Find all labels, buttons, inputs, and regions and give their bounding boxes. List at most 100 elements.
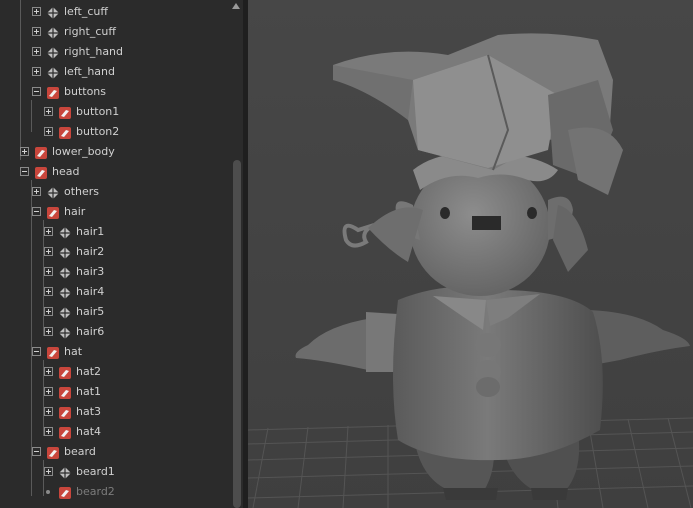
- outliner-item-hair2[interactable]: hair2: [0, 243, 229, 263]
- expand-icon[interactable]: [44, 267, 53, 276]
- outliner-item-hat[interactable]: hat: [0, 343, 229, 363]
- outliner-item-lower-body[interactable]: lower_body: [0, 143, 229, 163]
- expand-icon[interactable]: [44, 367, 53, 376]
- scroll-thumb[interactable]: [233, 160, 241, 508]
- outliner-item-label: left_hand: [64, 65, 115, 78]
- expand-icon[interactable]: [44, 247, 53, 256]
- mesh-shape-icon: [46, 65, 60, 79]
- tree-leaf-dot: [46, 490, 50, 494]
- transform-group-icon: [46, 205, 60, 219]
- transform-group-icon: [46, 345, 60, 359]
- outliner-tree: left_cuff right_cuff right_hand left_handbu…: [0, 0, 229, 508]
- collapse-icon[interactable]: [32, 447, 41, 456]
- expand-icon[interactable]: [44, 427, 53, 436]
- expand-icon[interactable]: [44, 307, 53, 316]
- outliner-item-hat4[interactable]: hat4: [0, 423, 229, 443]
- outliner-item-label: hat4: [76, 425, 102, 438]
- outliner-item-beard[interactable]: beard: [0, 443, 229, 463]
- outliner-item-hair[interactable]: hair: [0, 203, 229, 223]
- expand-icon[interactable]: [44, 127, 53, 136]
- expand-icon[interactable]: [44, 107, 53, 116]
- outliner-item-hair5[interactable]: hair5: [0, 303, 229, 323]
- collapse-icon[interactable]: [20, 167, 29, 176]
- transform-group-icon: [58, 425, 72, 439]
- transform-group-icon: [34, 165, 48, 179]
- outliner-item-label: buttons: [64, 85, 107, 98]
- outliner-item-buttons[interactable]: buttons: [0, 83, 229, 103]
- outliner-item-button1[interactable]: button1: [0, 103, 229, 123]
- transform-group-icon: [34, 145, 48, 159]
- expand-icon[interactable]: [44, 227, 53, 236]
- outliner-item-head[interactable]: head: [0, 163, 229, 183]
- outliner-item-label: lower_body: [52, 145, 115, 158]
- outliner-item-hat2[interactable]: hat2: [0, 363, 229, 383]
- expand-icon[interactable]: [44, 467, 53, 476]
- outliner-item-button2[interactable]: button2: [0, 123, 229, 143]
- expand-icon[interactable]: [32, 47, 41, 56]
- mesh-shape-icon: [46, 45, 60, 59]
- mesh-shape-icon: [46, 5, 60, 19]
- transform-group-icon: [58, 125, 72, 139]
- outliner-item-right-hand[interactable]: right_hand: [0, 43, 229, 63]
- outliner-item-hair4[interactable]: hair4: [0, 283, 229, 303]
- outliner-item-label: right_cuff: [64, 25, 116, 38]
- outliner-item-hat3[interactable]: hat3: [0, 403, 229, 423]
- mesh-shape-icon: [58, 325, 72, 339]
- outliner-item-hair6[interactable]: hair6: [0, 323, 229, 343]
- outliner-item-beard2[interactable]: beard2: [0, 483, 229, 503]
- outliner-item-left-hand[interactable]: left_hand: [0, 63, 229, 83]
- outliner-item-label: hair6: [76, 325, 105, 338]
- mesh-shape-icon: [58, 285, 72, 299]
- outliner-item-label: hair: [64, 205, 86, 218]
- mesh-shape-icon: [58, 225, 72, 239]
- mesh-shape-icon: [58, 245, 72, 259]
- transform-group-icon: [58, 385, 72, 399]
- expand-icon[interactable]: [44, 327, 53, 336]
- expand-icon[interactable]: [44, 387, 53, 396]
- outliner-item-label: hair4: [76, 285, 105, 298]
- outliner-item-hair3[interactable]: hair3: [0, 263, 229, 283]
- collapse-icon[interactable]: [32, 87, 41, 96]
- viewport-render: [248, 0, 693, 508]
- outliner-item-hat1[interactable]: hat1: [0, 383, 229, 403]
- outliner-item-label: beard1: [76, 465, 115, 478]
- expand-icon[interactable]: [32, 187, 41, 196]
- transform-group-icon: [58, 485, 72, 499]
- transform-group-icon: [58, 365, 72, 379]
- outliner-item-label: others: [64, 185, 100, 198]
- outliner-item-label: hat: [64, 345, 83, 358]
- outliner-item-left-cuff[interactable]: left_cuff: [0, 3, 229, 23]
- outliner-item-label: left_cuff: [64, 5, 108, 18]
- outliner-item-label: button1: [76, 105, 120, 118]
- transform-group-icon: [58, 105, 72, 119]
- outliner-item-label: button2: [76, 125, 120, 138]
- mesh-shape-icon: [46, 25, 60, 39]
- outliner-item-label: hat3: [76, 405, 102, 418]
- expand-icon[interactable]: [32, 7, 41, 16]
- outliner-item-label: hat1: [76, 385, 102, 398]
- transform-group-icon: [46, 445, 60, 459]
- expand-icon[interactable]: [32, 67, 41, 76]
- 3d-viewport[interactable]: [248, 0, 693, 508]
- outliner-item-beard1[interactable]: beard1: [0, 463, 229, 483]
- expand-icon[interactable]: [44, 287, 53, 296]
- expand-icon[interactable]: [20, 147, 29, 156]
- transform-group-icon: [58, 405, 72, 419]
- outliner-item-label: hair2: [76, 245, 105, 258]
- expand-icon[interactable]: [32, 27, 41, 36]
- outliner-item-label: hair3: [76, 265, 105, 278]
- outliner-item-label: hair1: [76, 225, 105, 238]
- outliner-item-label: hat2: [76, 365, 102, 378]
- outliner-scrollbar[interactable]: [230, 0, 243, 508]
- outliner-item-label: hair5: [76, 305, 105, 318]
- outliner-item-hair1[interactable]: hair1: [0, 223, 229, 243]
- scroll-up-arrow-icon[interactable]: [232, 3, 240, 9]
- collapse-icon[interactable]: [32, 347, 41, 356]
- mesh-shape-icon: [58, 305, 72, 319]
- collapse-icon[interactable]: [32, 207, 41, 216]
- outliner-panel: left_cuff right_cuff right_hand left_handbu…: [0, 0, 243, 508]
- outliner-item-label: head: [52, 165, 80, 178]
- expand-icon[interactable]: [44, 407, 53, 416]
- outliner-item-others[interactable]: others: [0, 183, 229, 203]
- outliner-item-right-cuff[interactable]: right_cuff: [0, 23, 229, 43]
